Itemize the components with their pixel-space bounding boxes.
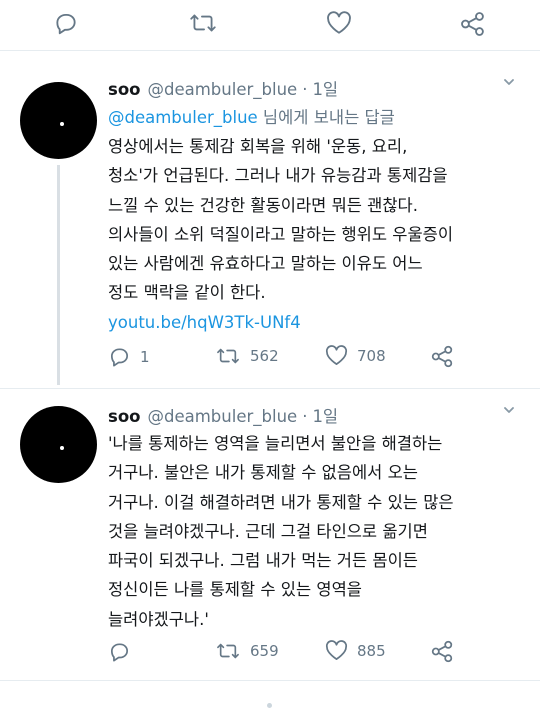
reply-button[interactable] [53,10,79,36]
tweet-divider [0,388,540,389]
timestamp[interactable]: 1일 [312,76,338,100]
replying-label: 님에게 보내는 답글 [257,108,395,127]
more-options-button[interactable] [502,402,516,421]
reply-button[interactable]: 1 [108,345,150,368]
timestamp[interactable]: 1일 [312,403,338,427]
avatar[interactable] [20,406,97,483]
like-button[interactable]: 708 [325,345,386,366]
share-icon [431,345,453,368]
reply-icon [56,13,76,35]
display-name[interactable]: soo [108,407,141,426]
like-button[interactable]: 885 [325,640,386,661]
like-count: 885 [357,641,386,660]
like-count: 708 [357,346,386,365]
text-line: 청소'가 언급된다. 그러나 내가 유능감과 통제감을 [108,166,448,186]
share-button[interactable] [459,11,487,37]
share-button[interactable] [430,345,455,368]
text-line: 늘려야겠구나.' [108,609,209,629]
retweet-icon [190,14,216,32]
display-name[interactable]: soo [108,80,141,99]
user-handle[interactable]: @deambuler_blue [148,407,298,426]
separator: · [302,407,308,426]
tweet-header: soo @deambuler_blue · 1일 [108,403,338,427]
retweet-icon [217,348,239,364]
text-line: 느낄 수 있는 건강한 활동이라면 뭐든 괜찮다. [108,195,418,215]
share-icon [431,640,453,663]
text-line: 영상에서는 통제감 회복을 위해 '운동, 요리, [108,137,408,156]
tweet-1[interactable]: soo @deambuler_blue · 1일 @deambuler_blue… [0,72,540,390]
text-line: 거구나. 이걸 해결하려면 내가 통제할 수 있는 많은 [108,492,454,512]
reply-icon [110,348,129,367]
youtube-link[interactable]: youtu.be/hqW3Tk-UNf4 [108,308,528,337]
avatar[interactable] [20,82,97,159]
reply-button[interactable] [108,640,131,663]
separator: · [302,80,308,99]
heart-icon [325,345,348,365]
text-line: 의사들이 소위 덕질이라고 말하는 행위도 우울증이 [108,224,454,244]
tweet-2[interactable]: soo @deambuler_blue · 1일 '나를 통제하는 영역을 늘리… [0,398,540,684]
chevron-down-icon [504,407,514,413]
share-button[interactable] [430,640,455,663]
previous-tweet-action-bar [0,0,540,51]
retweet-count: 562 [250,347,279,365]
more-options-button[interactable] [502,74,516,93]
share-icon [461,12,484,36]
tweet-header: soo @deambuler_blue · 1일 [108,76,338,100]
tweet-divider [0,680,540,681]
text-line: 거구나. 불안은 내가 통제할 수 없음에서 오는 [108,463,418,483]
reply-count: 1 [140,347,150,366]
chevron-down-icon [504,79,514,85]
retweet-button[interactable]: 562 [215,345,279,367]
tweet-action-bar: 1 562 708 [108,345,528,369]
like-button[interactable] [326,11,352,35]
text-line: 정신이든 나를 통제할 수 있는 영역을 [108,580,362,600]
retweet-count: 659 [250,642,279,660]
reply-icon [110,643,129,662]
replying-to: @deambuler_blue 님에게 보내는 답글 [108,104,395,128]
text-line: '나를 통제하는 영역을 늘리면서 불안을 해결하는 [108,434,443,453]
tweet-text: '나를 통제하는 영역을 늘리면서 불안을 해결하는 거구나. 불안은 내가 통… [108,429,528,634]
retweet-button[interactable] [188,10,218,36]
text-line: 정도 맥락을 같이 한다. [108,283,266,303]
retweet-button[interactable]: 659 [215,640,279,662]
tweet-text: 영상에서는 통제감 회복을 위해 '운동, 요리, 청소'가 언급된다. 그러나… [108,132,528,337]
replying-mention-link[interactable]: @deambuler_blue [108,108,258,127]
user-handle[interactable]: @deambuler_blue [148,80,298,99]
heart-icon [327,11,351,34]
heart-icon [325,640,348,660]
loading-indicator [267,703,272,708]
text-line: 것을 늘려야겠구나. 근데 그걸 타인으로 옮기면 [108,521,428,541]
retweet-icon [217,643,239,659]
text-line: 있는 사람에겐 유효하다고 말하는 이유도 어느 [108,254,423,274]
tweet-action-bar: 659 885 [108,640,528,664]
text-line: 파국이 되겠구나. 그럼 내가 먹는 거든 몸이든 [108,551,418,571]
